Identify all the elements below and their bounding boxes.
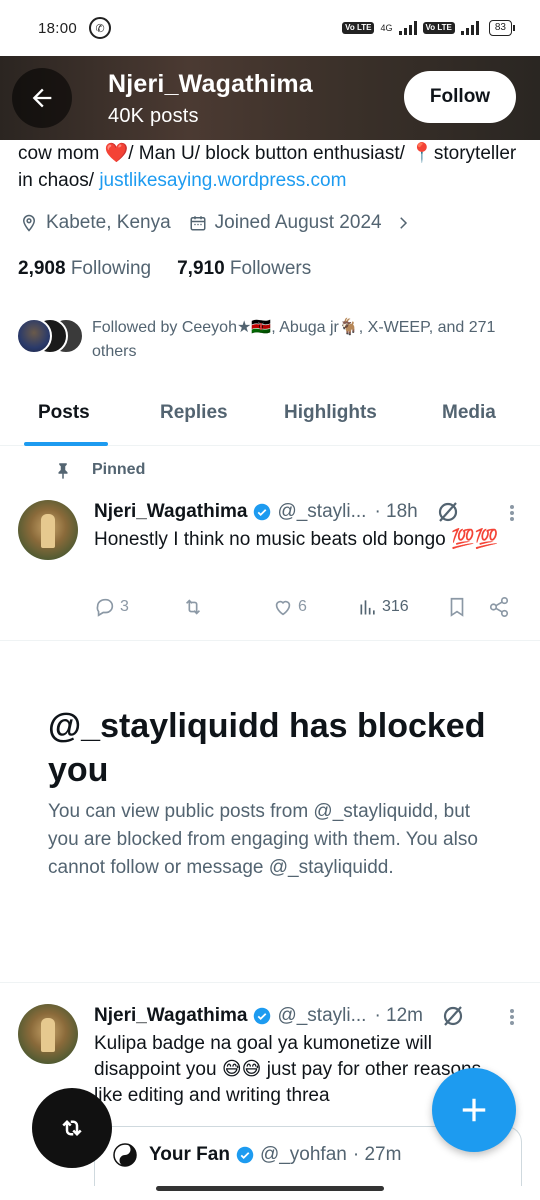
views-count: 316 xyxy=(382,598,409,615)
profile-header: Njeri_Wagathima 40K posts Follow xyxy=(0,56,540,140)
tab-media[interactable]: Media xyxy=(442,402,496,424)
profile-meta: Kabete, Kenya Joined August 2024 xyxy=(20,212,412,234)
bio-link[interactable]: justlikesaying.wordpress.com xyxy=(99,170,346,191)
profile-bio: cow mom ❤️/ Man U/ block button enthusia… xyxy=(18,140,518,194)
divider xyxy=(0,640,540,641)
followers-link[interactable]: 7,910 Followers xyxy=(177,258,311,280)
followers-count: 7,910 xyxy=(177,258,225,279)
yin-yang-icon xyxy=(113,1143,137,1167)
followers-label: Followers xyxy=(229,258,312,279)
signal-icon xyxy=(398,21,417,35)
pin-icon xyxy=(58,463,68,479)
header-post-count: 40K posts xyxy=(108,105,199,127)
calendar-icon xyxy=(190,216,206,231)
views-icon xyxy=(360,600,375,615)
tweet-time: · 18h xyxy=(374,501,418,522)
retweet-button[interactable] xyxy=(182,596,204,618)
blocked-title: @_stayliquidd has blocked you xyxy=(48,707,486,789)
follower-avatars xyxy=(16,316,86,354)
pinned-label: Pinned xyxy=(54,460,145,480)
tweet-header: Njeri_Wagathima @_stayli... · 18h xyxy=(94,500,460,524)
volte-icon-2: Vo LTE xyxy=(422,22,455,34)
reply-button[interactable]: 3 xyxy=(94,596,129,618)
tweet-author-name[interactable]: Njeri_Wagathima xyxy=(94,1005,247,1027)
volte-icon: Vo LTE xyxy=(342,22,375,34)
refresh-icon xyxy=(62,1119,82,1137)
tweet-avatar[interactable] xyxy=(18,500,78,560)
compose-icon xyxy=(462,1098,486,1122)
status-icons: Vo LTE 4G Vo LTE 83 xyxy=(342,20,516,36)
back-arrow-icon xyxy=(32,88,52,108)
battery-icon: 83 xyxy=(488,20,516,36)
tweet-author-name[interactable]: Njeri_Wagathima xyxy=(94,501,247,523)
location-icon xyxy=(22,214,36,232)
follow-button[interactable]: Follow xyxy=(404,71,516,123)
reply-count: 3 xyxy=(120,598,129,615)
tab-replies[interactable]: Replies xyxy=(160,402,228,424)
reply-icon xyxy=(96,598,114,617)
like-count: 6 xyxy=(298,598,307,615)
avatar xyxy=(16,318,52,354)
like-button[interactable]: 6 xyxy=(272,596,307,618)
status-time: 18:00 xyxy=(38,19,78,37)
more-icon[interactable] xyxy=(510,1007,516,1027)
more-icon[interactable] xyxy=(510,503,516,523)
quoted-handle: @_yohfan xyxy=(259,1144,347,1165)
joined-text: Joined August 2024 xyxy=(214,212,382,233)
whatsapp-icon: ✆ xyxy=(89,17,112,39)
tweet-avatar[interactable] xyxy=(18,1004,78,1064)
retweet-icon xyxy=(185,599,201,615)
tweet-time: · 12m xyxy=(374,1005,424,1026)
divider xyxy=(0,982,540,983)
followed-by[interactable]: Followed by Ceeyoh★🇰🇪, Abuga jr🐐, X-WEEP… xyxy=(16,316,512,364)
back-button[interactable] xyxy=(12,68,72,128)
verified-icon xyxy=(254,1007,271,1025)
network-type: 4G xyxy=(380,23,393,33)
quoted-author-name: Your Fan xyxy=(149,1144,230,1165)
bookmark-icon[interactable] xyxy=(446,596,468,618)
like-icon xyxy=(275,600,291,616)
tab-posts[interactable]: Posts xyxy=(38,402,90,424)
followed-by-text: Followed by Ceeyoh★🇰🇪, Abuga jr🐐, X-WEEP… xyxy=(92,319,496,360)
signal-icon-2 xyxy=(460,21,479,35)
tweet-header: Njeri_Wagathima @_stayli... · 12m xyxy=(94,1004,465,1028)
pinned-text: Pinned xyxy=(92,461,146,478)
tweet-handle: @_stayli... xyxy=(277,1005,367,1026)
verified-icon xyxy=(236,1146,254,1164)
quoted-time: · 27m xyxy=(352,1144,402,1165)
active-tab-indicator xyxy=(24,442,108,446)
compose-button[interactable] xyxy=(432,1068,516,1152)
following-link[interactable]: 2,908 Following xyxy=(18,258,151,280)
location-text: Kabete, Kenya xyxy=(46,212,171,233)
status-bar: 18:00 ✆ Vo LTE 4G Vo LTE 83 xyxy=(0,0,540,56)
following-count: 2,908 xyxy=(18,258,66,279)
quoted-tweet-header: Your Fan @_yohfan · 27m xyxy=(113,1143,401,1167)
tweet-handle: @_stayli... xyxy=(277,501,367,522)
tab-highlights[interactable]: Highlights xyxy=(284,402,377,424)
header-text: Njeri_Wagathima 40K posts xyxy=(108,70,313,128)
follow-stats: 2,908 Following 7,910 Followers xyxy=(18,258,311,280)
profile-tabs: Posts Replies Highlights Media xyxy=(0,386,540,446)
home-indicator[interactable] xyxy=(156,1186,384,1191)
share-icon[interactable] xyxy=(488,596,510,618)
views-button[interactable]: 316 xyxy=(358,596,409,618)
refresh-button[interactable] xyxy=(32,1088,112,1168)
blocked-body: You can view public posts from @_stayliq… xyxy=(48,801,478,878)
tweet-text: Honestly I think no music beats old bong… xyxy=(94,529,499,550)
header-name: Njeri_Wagathima xyxy=(108,70,313,98)
grok-icon[interactable] xyxy=(441,1004,465,1028)
verified-icon xyxy=(254,503,271,521)
chevron-right-icon[interactable] xyxy=(394,214,412,232)
grok-icon[interactable] xyxy=(436,500,460,524)
tweet-actions: 3 6 316 xyxy=(94,596,524,620)
following-label: Following xyxy=(70,258,152,279)
